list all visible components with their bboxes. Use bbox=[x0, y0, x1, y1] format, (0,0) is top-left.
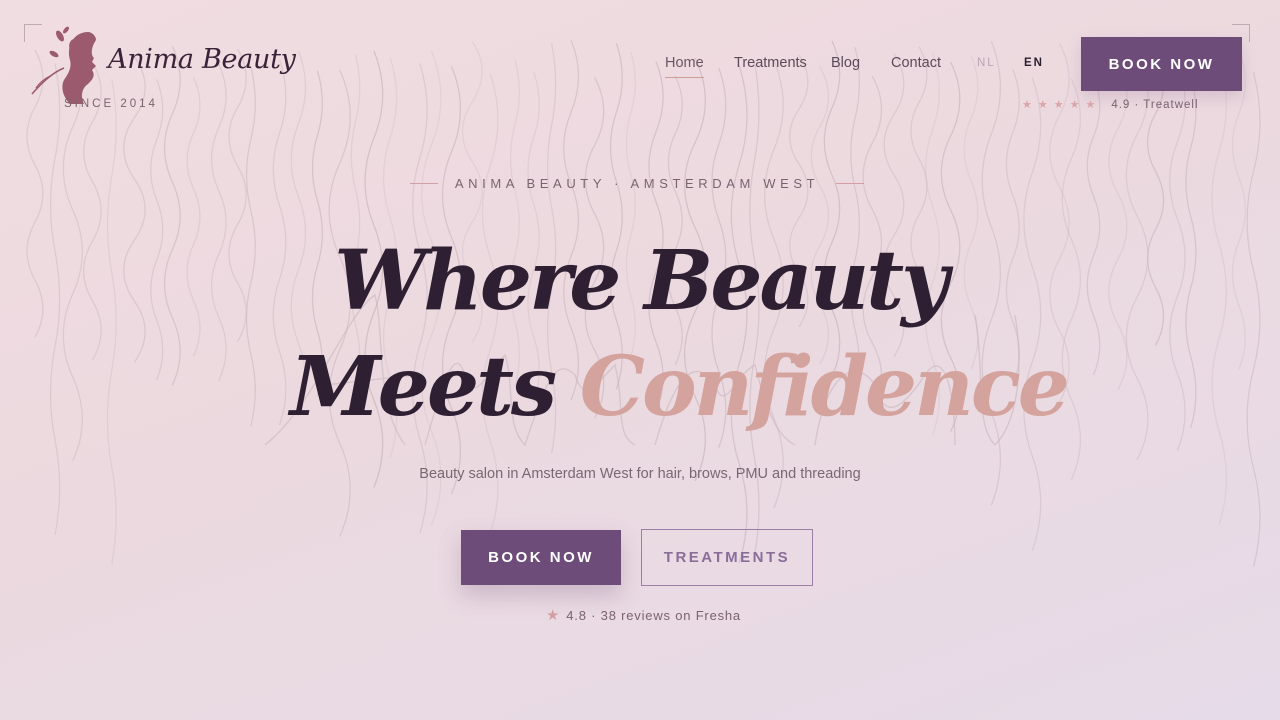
language-nl[interactable]: NL bbox=[977, 57, 996, 69]
hair-strand bbox=[1211, 57, 1227, 526]
hero-treatments-button[interactable]: TREATMENTS bbox=[641, 529, 813, 586]
eyebrow-rule-right bbox=[836, 182, 864, 184]
header-rating: ★★★★★ 4.9 · Treatwell bbox=[1022, 98, 1199, 112]
hero-reviews-text: 4.8 · 38 reviews on Fresha bbox=[566, 607, 741, 623]
hair-strand bbox=[49, 63, 61, 535]
hair-strand bbox=[1023, 77, 1042, 552]
woman-profile-leaf-icon bbox=[31, 26, 96, 104]
hero-headline-line1: Where Beauty bbox=[334, 233, 949, 329]
star-icon: ★ bbox=[546, 607, 561, 624]
eyebrow-rule-left bbox=[410, 182, 438, 184]
nav-item-contact[interactable]: Contact bbox=[891, 55, 941, 71]
hair-strand bbox=[1231, 49, 1246, 370]
hair-strand bbox=[1169, 64, 1186, 452]
brand-name: Anima Beauty bbox=[108, 44, 296, 75]
hair-strand bbox=[1108, 63, 1128, 391]
hero-reviews[interactable]: ★ 4.8 · 38 reviews on Fresha bbox=[546, 606, 741, 624]
star-icon: ★★★★★ bbox=[1022, 99, 1102, 111]
hero-headline-line2: Meets bbox=[290, 339, 580, 435]
hair-strand bbox=[1246, 72, 1261, 568]
nav-item-treatments[interactable]: Treatments bbox=[734, 55, 807, 71]
hero-headline: Where Beauty Meets Confidence bbox=[290, 228, 1070, 440]
brand-since: SINCE 2014 bbox=[64, 98, 158, 110]
hero-eyebrow: ANIMA BEAUTY · AMSTERDAM WEST bbox=[410, 174, 864, 192]
hero-headline-accent: Confidence bbox=[579, 339, 1070, 435]
nav-item-blog[interactable]: Blog bbox=[831, 55, 860, 71]
hair-strand bbox=[245, 67, 256, 427]
hero-eyebrow-text: ANIMA BEAUTY · AMSTERDAM WEST bbox=[454, 175, 820, 191]
hair-strand bbox=[1086, 76, 1101, 376]
nav-item-home[interactable]: Home bbox=[665, 55, 704, 78]
language-en[interactable]: EN bbox=[1024, 57, 1044, 69]
hair-strand bbox=[106, 78, 117, 565]
brand-logo[interactable]: Anima Beauty SINCE 2014 bbox=[30, 24, 296, 120]
hero-book-now-button[interactable]: BOOK NOW bbox=[461, 530, 621, 585]
hero-subtitle: Beauty salon in Amsterdam West for hair,… bbox=[419, 466, 861, 482]
hair-strand bbox=[1005, 69, 1020, 386]
hair-strand bbox=[150, 79, 164, 381]
hair-strand bbox=[1125, 52, 1149, 460]
header-book-now-button[interactable]: BOOK NOW bbox=[1081, 37, 1242, 91]
hair-strand bbox=[1185, 76, 1197, 428]
header-rating-text: 4.9 · Treatwell bbox=[1111, 98, 1199, 111]
